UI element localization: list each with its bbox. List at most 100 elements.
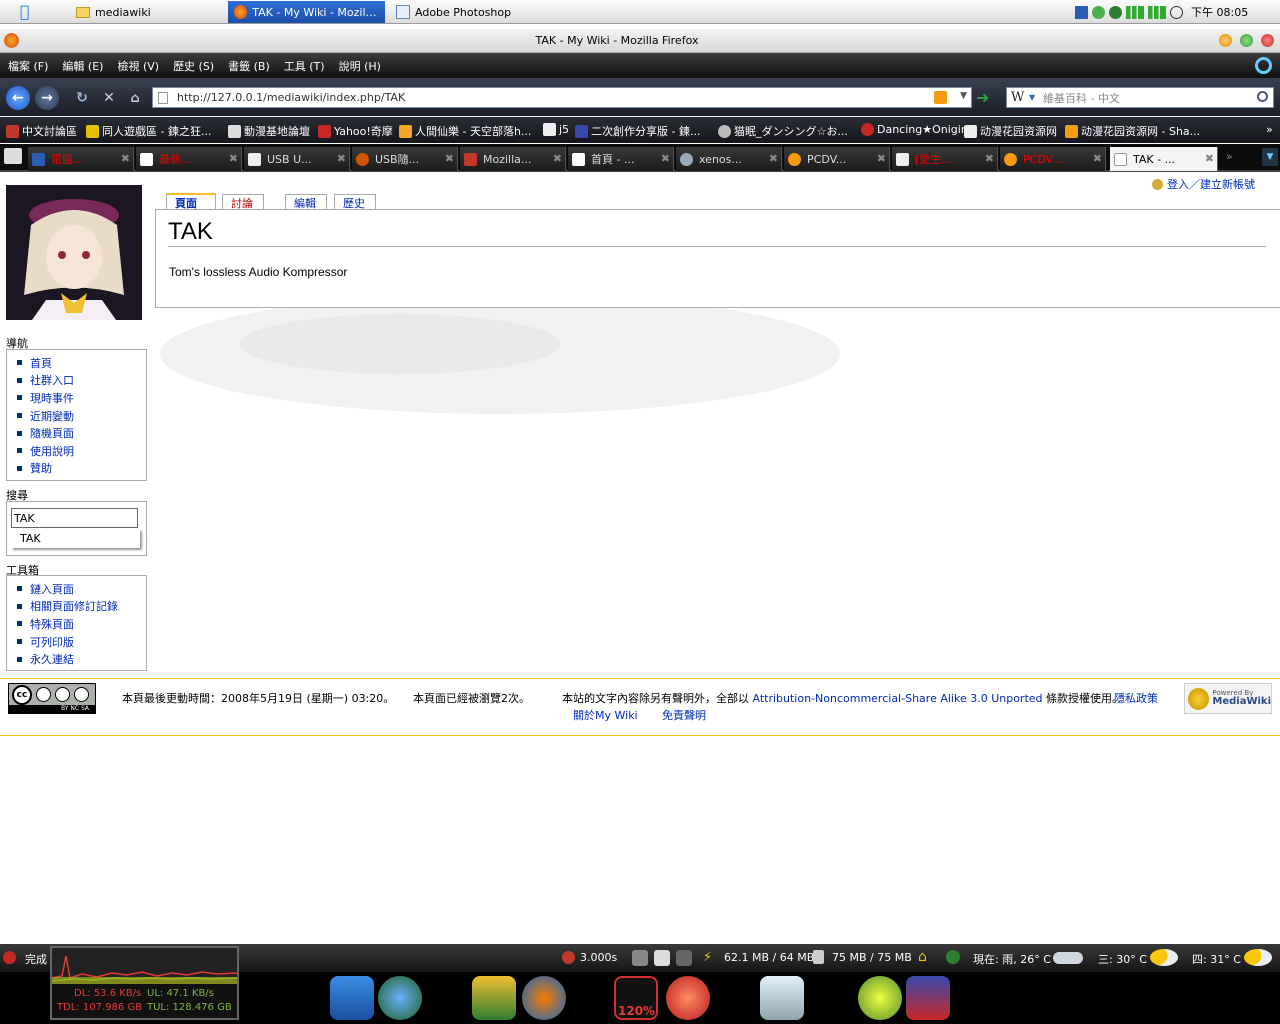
menu-help[interactable]: 說明 (H) [339, 58, 381, 74]
cc-license-badge[interactable]: cc BY NC SA [8, 683, 96, 714]
close-tab-icon[interactable]: ✖ [1205, 152, 1214, 165]
close-tab-icon[interactable]: ✖ [121, 152, 130, 165]
toolbox-item-whatlinkshere[interactable]: 鏈入頁面 [13, 580, 146, 598]
sidebar-item-current-events[interactable]: 現時事件 [13, 389, 146, 407]
tab-item[interactable]: PCDV... ✖ [784, 147, 890, 171]
close-tab-icon[interactable]: ✖ [1093, 152, 1102, 165]
leaf-icon[interactable] [946, 950, 960, 964]
close-tab-icon[interactable]: ✖ [769, 152, 778, 165]
stop-button[interactable]: ✕ [97, 86, 121, 110]
dock-app-icon[interactable] [760, 976, 804, 1020]
tab-item[interactable]: USB U... ✖ [244, 147, 350, 171]
menu-tools[interactable]: 工具 (T) [284, 58, 325, 74]
bookmark-item[interactable]: 猫眠_ダンシング☆お... [718, 123, 848, 139]
tab-item[interactable]: Mozilla... ✖ [460, 147, 566, 171]
addon-icon[interactable] [632, 950, 648, 966]
tab-item[interactable]: [愛生... ✖ [892, 147, 998, 171]
home-button[interactable]: ⌂ [123, 86, 147, 110]
menu-view[interactable]: 檢視 (V) [117, 58, 159, 74]
search-input[interactable] [11, 508, 138, 528]
dock-app-icon[interactable] [906, 976, 950, 1020]
tab-edit[interactable]: 編輯 [285, 194, 327, 210]
system-tab-firefox[interactable]: TAK - My Wiki - Mozilla... [228, 1, 385, 23]
back-button[interactable]: ← [6, 86, 30, 110]
apple-icon[interactable]:  [20, 3, 36, 21]
tray-app-icon[interactable] [1075, 5, 1088, 19]
tab-item[interactable]: 首頁 - ... ✖ [568, 147, 674, 171]
toolbox-item-permalink[interactable]: 永久連結 [13, 650, 146, 668]
maximize-button[interactable] [1240, 34, 1253, 47]
tab-discussion[interactable]: 討論 [222, 194, 264, 210]
close-tab-icon[interactable]: ✖ [445, 152, 454, 165]
tab-page[interactable]: 頁面 [166, 193, 216, 210]
home-icon[interactable]: ⌂ [918, 949, 927, 965]
bookmark-item[interactable]: 同人遊戲區 - 鍊之狂... [86, 123, 211, 139]
search-suggestion[interactable]: TAK [20, 532, 41, 545]
menu-edit[interactable]: 編輯 (E) [62, 58, 103, 74]
wiki-logo[interactable] [6, 185, 142, 320]
tray-clock-icon[interactable] [1170, 5, 1183, 19]
addon-icon[interactable] [676, 950, 692, 966]
close-tab-icon[interactable]: ✖ [229, 152, 238, 165]
about-link[interactable]: 關於My Wiki [573, 707, 638, 723]
engine-dropdown-icon[interactable]: ▼ [1029, 93, 1035, 102]
bookmark-item[interactable]: 動漫基地論壇 [228, 123, 310, 139]
system-clock[interactable]: 下午 08:05 [1191, 4, 1248, 20]
sidebar-item-home[interactable]: 首頁 [13, 354, 146, 372]
menu-history[interactable]: 歷史 (S) [173, 58, 214, 74]
login-link[interactable]: 登入／建立新帳號 [1152, 176, 1255, 192]
sidebar-item-help[interactable]: 使用說明 [13, 442, 146, 460]
bookmark-item[interactable]: 中文討論區 [6, 123, 77, 139]
minimize-button[interactable] [1219, 34, 1232, 47]
dock-app-icon[interactable]: 120% [614, 976, 658, 1020]
dock-app-icon[interactable] [472, 976, 516, 1020]
sidebar-item-recent-changes[interactable]: 近期變動 [13, 407, 146, 425]
reload-button[interactable]: ↻ [70, 86, 94, 110]
toolbox-item-printable[interactable]: 可列印版 [13, 633, 146, 651]
close-tab-icon[interactable]: ✖ [985, 152, 994, 165]
network-monitor-widget[interactable]: DL: 53.6 KB/s UL: 47.1 KB/s TDL: 107.986… [50, 946, 239, 1020]
bookmark-item[interactable]: 动漫花园资源网 - Sha... [1065, 123, 1200, 139]
weather-thursday[interactable]: 四: 31° C [1192, 951, 1241, 967]
privacy-link[interactable]: 隱私政策 [1114, 690, 1158, 706]
bookmark-item[interactable]: 动漫花园资源网 [964, 123, 1057, 139]
bookmark-item[interactable]: j5 [543, 123, 569, 136]
bookmark-item[interactable]: 二次創作分享版 - 鍊... [575, 123, 700, 139]
go-button[interactable]: ➜ [976, 88, 996, 107]
dock-app-icon[interactable] [330, 976, 374, 1020]
tab-list-icon[interactable]: ▼ [1262, 148, 1278, 166]
tab-item[interactable]: 最新... ✖ [136, 147, 242, 171]
rss-icon[interactable] [934, 91, 947, 104]
close-button[interactable] [1261, 34, 1274, 47]
url-bar[interactable]: http://127.0.0.1/mediawiki/index.php/TAK… [152, 87, 972, 108]
dock-app-icon[interactable] [858, 976, 902, 1020]
tab-item[interactable]: PCDV... ✖ [1000, 147, 1106, 171]
menu-file[interactable]: 檔案 (F) [8, 58, 48, 74]
close-tab-icon[interactable]: ✖ [553, 152, 562, 165]
forward-button[interactable]: → [35, 86, 59, 110]
toolbox-item-special-pages[interactable]: 特殊頁面 [13, 615, 146, 633]
weather-wednesday[interactable]: 三: 30° C [1098, 951, 1147, 967]
dock-app-icon[interactable] [378, 976, 422, 1020]
bookmark-item[interactable]: Dancing★Onigiri [861, 123, 968, 136]
search-suggestion-dropdown[interactable]: TAK [11, 529, 140, 548]
system-tab-mediawiki[interactable]: mediawiki [70, 1, 225, 23]
menu-bookmarks[interactable]: 書籤 (B) [228, 58, 270, 74]
close-tab-icon[interactable]: ✖ [661, 152, 670, 165]
bookmark-item[interactable]: 人間仙樂 - 天空部落h... [399, 123, 531, 139]
tray-user-icon[interactable] [1092, 5, 1105, 19]
powered-by-mediawiki-badge[interactable]: Powered By MediaWiki [1184, 683, 1272, 714]
close-tab-icon[interactable]: ✖ [337, 152, 346, 165]
tab-item[interactable]: xenos... ✖ [676, 147, 782, 171]
bookmark-item[interactable]: Yahoo!奇摩 [318, 123, 393, 139]
sidebar-item-community[interactable]: 社群入口 [13, 372, 146, 390]
close-tab-icon[interactable]: ✖ [877, 152, 886, 165]
chevron-right-icon[interactable]: » [1266, 123, 1273, 136]
disclaimer-link[interactable]: 免責聲明 [662, 707, 706, 723]
dropdown-icon[interactable]: ▼ [960, 91, 967, 101]
search-box[interactable]: W ▼ 維基百科 - 中文 [1006, 87, 1274, 108]
dock-app-icon[interactable] [666, 976, 710, 1020]
window-titlebar[interactable]: TAK - My Wiki - Mozilla Firefox [0, 29, 1280, 53]
search-icon[interactable] [1257, 91, 1268, 102]
tray-torrent-icon[interactable] [1109, 5, 1122, 19]
